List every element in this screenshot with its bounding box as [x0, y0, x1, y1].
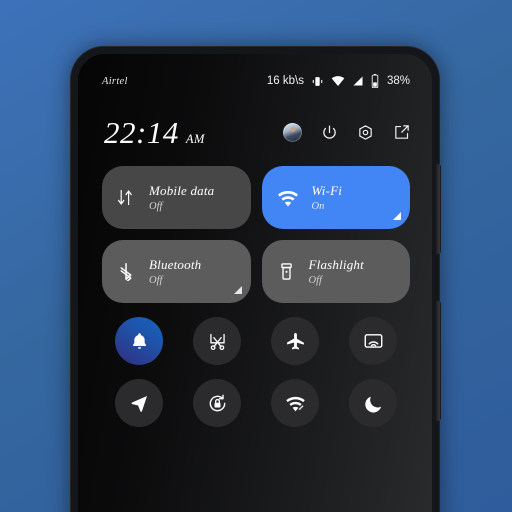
tile-mobile-data-text: Mobile data Off: [149, 183, 214, 212]
bell-icon: [129, 331, 150, 352]
circle-toggles-row-1: [78, 303, 432, 365]
toggle-cast[interactable]: [349, 317, 397, 365]
location-icon: [129, 393, 150, 414]
tile-label: Bluetooth: [149, 257, 202, 272]
tile-expand-arrow[interactable]: [393, 212, 401, 220]
tile-state: Off: [308, 275, 322, 286]
header-row: 22:14 AM: [78, 100, 432, 154]
toggle-do-not-disturb[interactable]: [349, 379, 397, 427]
battery-percent-label: 38%: [386, 75, 410, 87]
tile-label: Flashlight: [308, 257, 364, 272]
mobile-data-icon: [117, 188, 136, 207]
tile-label: Mobile data: [149, 183, 215, 198]
screenshot-icon: [207, 331, 228, 352]
bluetooth-icon: [117, 262, 136, 281]
airplane-icon: [285, 331, 306, 352]
tile-wifi[interactable]: Wi-Fi On: [261, 166, 410, 229]
clock-meridiem: AM: [185, 131, 205, 146]
tile-state: Off: [149, 201, 163, 212]
phone-screen: Airtel 16 kb\s 38% 22:14 AM Mobile data …: [78, 54, 432, 512]
tile-expand-arrow[interactable]: [233, 286, 242, 294]
toggle-screenshot[interactable]: [193, 317, 241, 365]
wifi-icon: [331, 74, 345, 88]
toggle-airplane-mode[interactable]: [271, 317, 319, 365]
auto-rotate-icon: [207, 393, 228, 414]
tile-state: On: [311, 201, 325, 212]
tile-label: Wi-Fi: [311, 183, 343, 198]
tile-mobile-data[interactable]: Mobile data Off: [102, 166, 251, 229]
clock-time: 22:14: [104, 114, 179, 150]
status-bar-icons: 16 kb\s 38%: [267, 74, 410, 88]
status-bar: Airtel 16 kb\s 38%: [78, 54, 432, 100]
phone-frame: Airtel 16 kb\s 38% 22:14 AM Mobile data …: [70, 46, 441, 512]
tile-bluetooth[interactable]: Bluetooth Off: [102, 240, 251, 303]
toggle-location[interactable]: [115, 379, 163, 427]
clock: 22:14 AM: [104, 117, 205, 148]
volume-button[interactable]: [436, 164, 441, 254]
quick-settings-panel: Airtel 16 kb\s 38% 22:14 AM Mobile data …: [78, 54, 432, 512]
power-icon[interactable]: [321, 124, 338, 141]
avatar[interactable]: [283, 122, 302, 142]
carrier-label: Airtel: [102, 75, 128, 87]
settings-gear-icon[interactable]: [357, 124, 374, 141]
tile-state: Off: [149, 275, 163, 286]
wifi-icon: [277, 187, 299, 209]
hotspot-icon: [285, 393, 306, 414]
battery-icon: [371, 74, 379, 88]
quick-settings-tiles: Mobile data Off Wi-Fi On Bluetooth Off F…: [78, 154, 432, 303]
cast-icon: [363, 331, 384, 352]
power-side-button[interactable]: [436, 301, 441, 421]
toggle-hotspot[interactable]: [271, 379, 319, 427]
header-actions: [283, 122, 410, 142]
toggle-notifications[interactable]: [115, 317, 163, 365]
toggle-auto-rotate[interactable]: [193, 379, 241, 427]
flashlight-icon: [277, 262, 296, 281]
edit-icon[interactable]: [393, 124, 410, 141]
circle-toggles-row-2: [78, 365, 432, 427]
tile-bluetooth-text: Bluetooth Off: [149, 257, 201, 286]
moon-icon: [363, 393, 384, 414]
tile-wifi-text: Wi-Fi On: [312, 183, 343, 212]
tile-flashlight-text: Flashlight Off: [309, 257, 364, 286]
vibrate-icon: [311, 75, 324, 88]
network-speed-label: 16 kb\s: [266, 75, 304, 87]
signal-icon: [352, 75, 364, 87]
tile-flashlight[interactable]: Flashlight Off: [261, 240, 410, 303]
